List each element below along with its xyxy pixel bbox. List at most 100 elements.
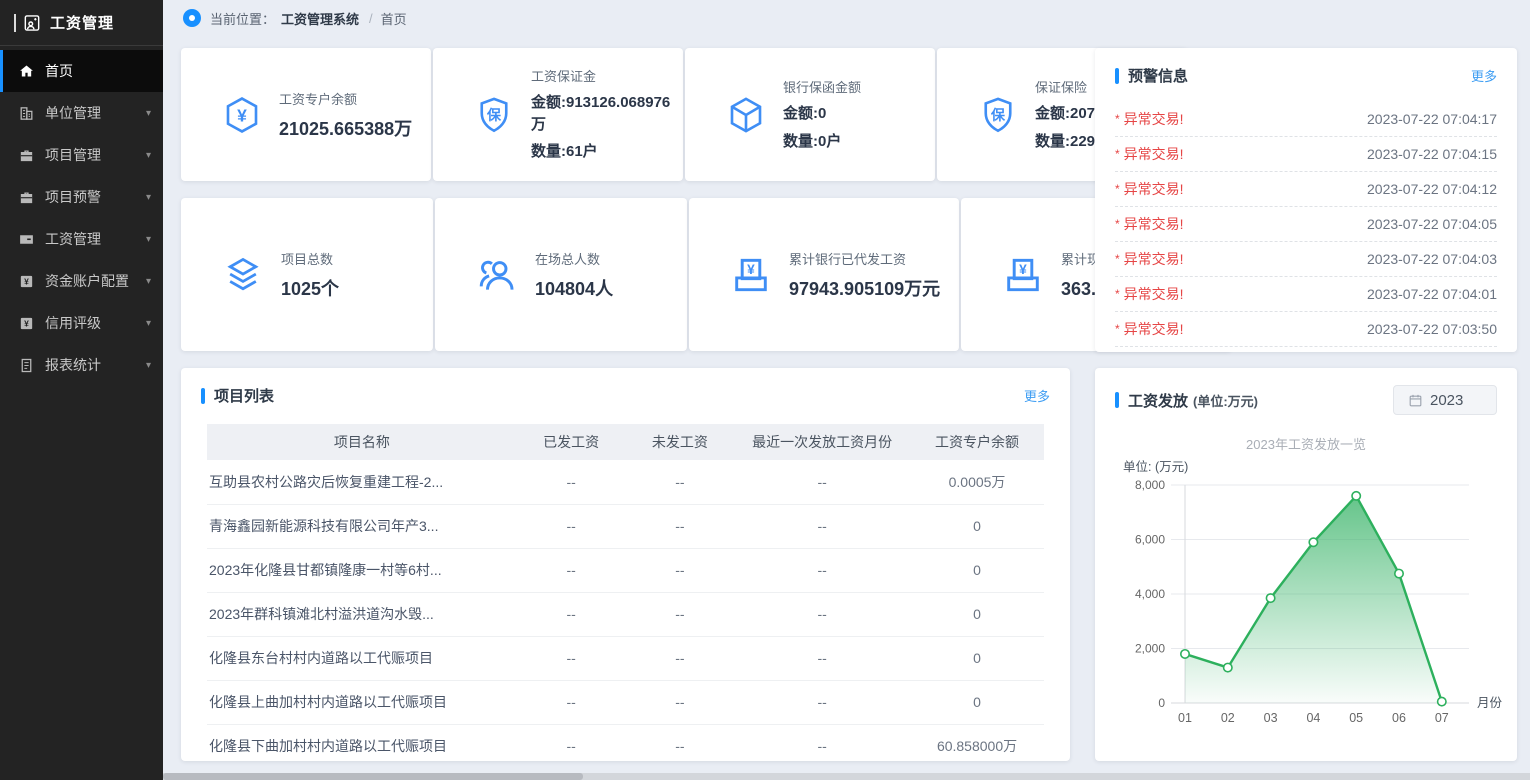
- stat-row-2: 项目总数 1025个 在场总人数: [181, 198, 1070, 351]
- warning-text: 异常交易!: [1124, 249, 1184, 269]
- people-icon: [475, 253, 519, 297]
- sidebar-item-salary-management[interactable]: 工资管理 ▾: [0, 218, 163, 260]
- warning-time: 2023-07-22 07:04:01: [1367, 286, 1497, 302]
- breadcrumb-root[interactable]: 工资管理系统: [281, 9, 359, 28]
- money-icon: ¥: [1001, 253, 1045, 297]
- warning-more-link[interactable]: 更多: [1471, 66, 1497, 85]
- cell-project-name: 青海鑫园新能源科技有限公司年产3...: [207, 504, 517, 548]
- title-accent-bar: [1115, 68, 1119, 84]
- table-row[interactable]: 2023年化隆县甘都镇隆康一村等6村... -- -- -- 0: [207, 548, 1044, 592]
- project-list-more-link[interactable]: 更多: [1024, 386, 1050, 405]
- chevron-down-icon: ▾: [146, 276, 151, 287]
- warning-time: 2023-07-22 07:04:15: [1367, 146, 1497, 162]
- asterisk-icon: *: [1115, 252, 1120, 266]
- table-row[interactable]: 化隆县东台村村内道路以工代赈项目 -- -- -- 0: [207, 636, 1044, 680]
- sidebar-item-unit-management[interactable]: 单位管理 ▾: [0, 92, 163, 134]
- sidebar-item-report-statistics[interactable]: 报表统计 ▾: [0, 344, 163, 386]
- wallet-icon: [17, 231, 35, 248]
- sidebar-item-project-warning[interactable]: 项目预警 ▾: [0, 176, 163, 218]
- horizontal-scrollbar[interactable]: [163, 773, 1530, 780]
- table-row[interactable]: 2023年群科镇滩北村溢洪道沟水毁... -- -- -- 0: [207, 592, 1044, 636]
- stat-card-bank-paid-total: ¥ 累计银行已代发工资 97943.905109万元: [689, 198, 959, 351]
- logo-divider-bar: [14, 14, 16, 32]
- breadcrumb-current[interactable]: 首页: [381, 9, 407, 28]
- warning-text: 异常交易!: [1124, 284, 1184, 304]
- svg-text:保: 保: [990, 106, 1006, 122]
- hexagon-yuan-icon: ¥: [221, 94, 263, 136]
- warning-item[interactable]: * 异常交易! 2023-07-22 07:04:03: [1115, 242, 1497, 277]
- main-area: 当前位置： 工资管理系统 / 首页 ¥ 工资专户余额 21025.665388万: [163, 0, 1530, 780]
- cell-project-name: 2023年群科镇滩北村溢洪道沟水毁...: [207, 592, 517, 636]
- app-title: 工资管理: [50, 12, 114, 33]
- sidebar-item-label: 信用评级: [45, 313, 146, 333]
- asterisk-icon: *: [1115, 287, 1120, 301]
- location-pin-icon: [183, 9, 201, 27]
- cell-project-name: 互助县农村公路灾后恢复重建工程-2...: [207, 460, 517, 504]
- svg-text:¥: ¥: [24, 318, 29, 328]
- col-account-balance: 工资专户余额: [910, 424, 1044, 460]
- warning-item[interactable]: * 异常交易! 2023-07-22 07:04:17: [1115, 102, 1497, 137]
- warning-time: 2023-07-22 07:04:03: [1367, 251, 1497, 267]
- title-accent-bar: [201, 388, 205, 404]
- svg-text:01: 01: [1178, 711, 1192, 725]
- svg-text:0: 0: [1158, 696, 1165, 710]
- breadcrumb-separator: /: [369, 11, 373, 26]
- chevron-down-icon: ▾: [146, 234, 151, 245]
- svg-text:保: 保: [486, 106, 502, 122]
- briefcase-icon: [17, 189, 35, 206]
- svg-text:02: 02: [1221, 711, 1235, 725]
- asterisk-icon: *: [1115, 182, 1120, 196]
- stat-card-project-total: 项目总数 1025个: [181, 198, 433, 351]
- warning-list: * 异常交易! 2023-07-22 07:04:17 * 异常交易! 2023…: [1095, 98, 1517, 347]
- warning-text: 异常交易!: [1124, 214, 1184, 234]
- warning-text: 异常交易!: [1124, 319, 1184, 339]
- project-list-title: 项目列表: [214, 385, 274, 406]
- badge-person-icon: [22, 13, 42, 33]
- table-row[interactable]: 互助县农村公路灾后恢复重建工程-2... -- -- -- 0.0005万: [207, 460, 1044, 504]
- sidebar-item-credit-rating[interactable]: ¥ 信用评级 ▾: [0, 302, 163, 344]
- stat-label: 在场总人数: [535, 249, 687, 268]
- col-unpaid-salary: 未发工资: [626, 424, 735, 460]
- sidebar-item-label: 单位管理: [45, 103, 146, 123]
- money-icon: ¥: [729, 253, 773, 297]
- sidebar-item-fund-account-config[interactable]: ¥ 资金账户配置 ▾: [0, 260, 163, 302]
- warning-time: 2023-07-22 07:04:12: [1367, 181, 1497, 197]
- chevron-down-icon: ▾: [146, 360, 151, 371]
- chevron-down-icon: ▾: [146, 318, 151, 329]
- asterisk-icon: *: [1115, 217, 1120, 231]
- scrollbar-thumb[interactable]: [163, 773, 583, 780]
- warning-info-title: 预警信息: [1128, 65, 1188, 86]
- project-table: 项目名称 已发工资 未发工资 最近一次发放工资月份 工资专户余额 互助县农村公路…: [207, 424, 1044, 761]
- svg-text:2023年工资发放一览: 2023年工资发放一览: [1246, 437, 1366, 452]
- table-row[interactable]: 化隆县下曲加村村内道路以工代赈项目 -- -- -- 60.858000万: [207, 724, 1044, 761]
- table-row[interactable]: 化隆县上曲加村村内道路以工代赈项目 -- -- -- 0: [207, 680, 1044, 724]
- warning-item[interactable]: * 异常交易! 2023-07-22 07:04:01: [1115, 277, 1497, 312]
- warning-item[interactable]: * 异常交易! 2023-07-22 07:04:05: [1115, 207, 1497, 242]
- stat-count: 数量:61户: [531, 141, 683, 163]
- svg-text:¥: ¥: [747, 261, 755, 276]
- svg-text:8,000: 8,000: [1135, 478, 1165, 492]
- table-row[interactable]: 青海鑫园新能源科技有限公司年产3... -- -- -- 0: [207, 504, 1044, 548]
- col-last-pay-month: 最近一次发放工资月份: [734, 424, 910, 460]
- svg-text:04: 04: [1306, 711, 1320, 725]
- warning-item[interactable]: * 异常交易! 2023-07-22 07:03:50: [1115, 312, 1497, 347]
- stat-label: 累计银行已代发工资: [789, 249, 959, 268]
- year-picker[interactable]: 2023: [1393, 385, 1497, 415]
- sidebar-item-project-management[interactable]: 项目管理 ▾: [0, 134, 163, 176]
- cell-project-name: 化隆县东台村村内道路以工代赈项目: [207, 636, 517, 680]
- sidebar-item-home[interactable]: 首页: [0, 50, 163, 92]
- stat-value: 21025.665388万: [279, 115, 431, 141]
- report-icon: [17, 357, 35, 374]
- warning-item[interactable]: * 异常交易! 2023-07-22 07:04:12: [1115, 172, 1497, 207]
- stat-label: 工资专户余额: [279, 89, 431, 108]
- svg-text:¥: ¥: [24, 276, 29, 286]
- stat-value: 97943.905109万元: [789, 275, 959, 301]
- warning-text: 异常交易!: [1124, 144, 1184, 164]
- svg-text:4,000: 4,000: [1135, 587, 1165, 601]
- cell-project-name: 化隆县下曲加村村内道路以工代赈项目: [207, 724, 517, 761]
- app-logo: 工资管理: [0, 0, 163, 46]
- stat-card-salary-account-balance: ¥ 工资专户余额 21025.665388万: [181, 48, 431, 181]
- warning-info-panel: 预警信息 更多 * 异常交易! 2023-07-22 07:04:17 * 异常…: [1095, 48, 1517, 352]
- warning-item[interactable]: * 异常交易! 2023-07-22 07:04:15: [1115, 137, 1497, 172]
- warning-time: 2023-07-22 07:04:05: [1367, 216, 1497, 232]
